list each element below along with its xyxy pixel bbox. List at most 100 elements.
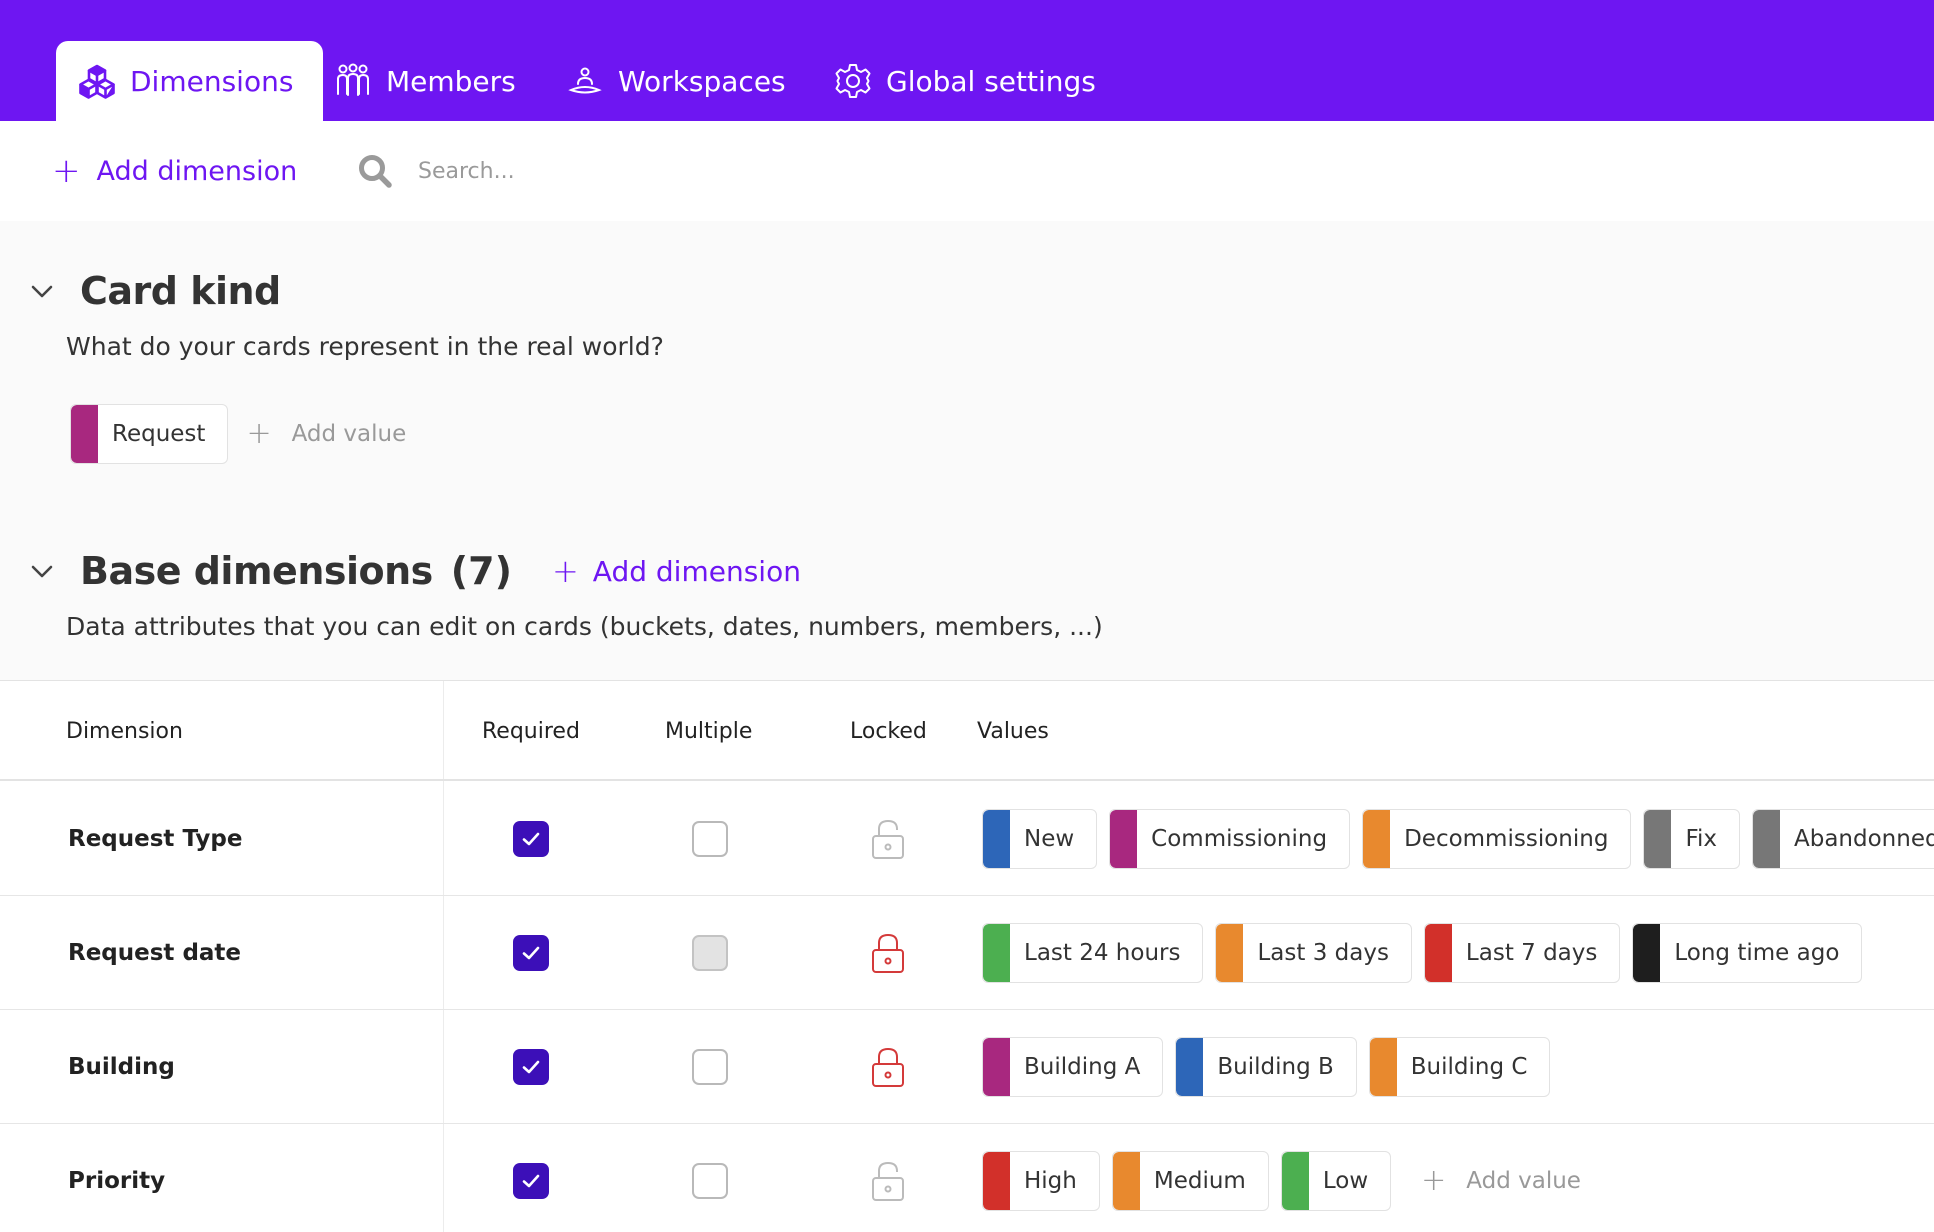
card-kind-values: Request + Add value (70, 404, 406, 464)
value-chip[interactable]: Last 3 days (1215, 922, 1412, 983)
add-dimension-label: Add dimension (592, 554, 801, 588)
add-dimension-button[interactable]: + Add dimension (552, 555, 801, 588)
dimension-name[interactable]: Building (68, 1010, 175, 1123)
tab-members[interactable]: Members (334, 41, 516, 121)
tab-global-settings[interactable]: Global settings (834, 41, 1096, 121)
card-kind-header: Card kind (28, 266, 281, 316)
value-label: High (1024, 1167, 1077, 1194)
tab-label: Global settings (886, 64, 1096, 98)
chevron-down-icon[interactable] (28, 277, 56, 305)
value-label: Request (112, 421, 206, 447)
value-label: Commissioning (1151, 825, 1328, 852)
color-swatch (1216, 923, 1244, 982)
tab-dimensions[interactable]: Dimensions (56, 41, 324, 121)
header-multiple: Multiple (665, 718, 753, 744)
plus-icon: + (52, 151, 81, 191)
toolbar: + Add dimension (0, 121, 1934, 221)
add-dimension-button[interactable]: + Add dimension (52, 121, 297, 221)
value-label: Long time ago (1674, 939, 1840, 966)
dimension-name[interactable]: Request Type (68, 782, 242, 895)
chevron-down-icon[interactable] (28, 557, 56, 585)
add-value-label: Add value (1466, 1167, 1581, 1194)
lock-icon[interactable] (870, 931, 906, 975)
dimensions-table: Dimension Required Multiple Locked Value… (0, 680, 1934, 1232)
tab-label: Workspaces (618, 64, 786, 98)
plus-icon: + (1421, 1162, 1447, 1198)
cubes-icon (78, 62, 116, 100)
required-checkbox[interactable] (513, 820, 549, 857)
color-swatch (1281, 1151, 1309, 1210)
table-header: Dimension Required Multiple Locked Value… (0, 681, 1934, 781)
color-swatch (1112, 1151, 1140, 1210)
value-chip[interactable]: Building A (982, 1036, 1164, 1097)
value-label: Last 3 days (1257, 939, 1389, 966)
top-navigation-bar: Dimensions Members Workspaces Global set… (0, 0, 1934, 121)
color-swatch (1633, 923, 1661, 982)
color-swatch (1644, 809, 1672, 868)
color-swatch (983, 1151, 1010, 1210)
value-label: Fix (1685, 825, 1717, 852)
value-chip[interactable]: Medium (1111, 1150, 1269, 1211)
search-input[interactable] (418, 158, 838, 184)
dimension-name[interactable]: Priority (68, 1124, 165, 1232)
gear-icon (834, 62, 872, 100)
header-locked: Locked (850, 718, 927, 744)
value-label: Decommissioning (1404, 825, 1609, 852)
table-row: Request Type New Commissioning Decommiss… (0, 782, 1934, 896)
add-value-label: Add value (291, 421, 407, 447)
value-chip[interactable]: Last 24 hours (982, 922, 1204, 983)
value-chip[interactable]: Commissioning (1109, 808, 1351, 869)
values-list: Building A Building B Building C (982, 1010, 1562, 1123)
value-chip[interactable]: Decommissioning (1362, 808, 1632, 869)
unlock-icon[interactable] (870, 1159, 906, 1203)
unlock-icon[interactable] (870, 817, 906, 861)
value-label: Last 7 days (1465, 939, 1598, 966)
card-kind-description: What do your cards represent in the real… (66, 332, 664, 361)
add-value-button[interactable]: + Add value (246, 419, 406, 449)
required-checkbox[interactable] (513, 934, 549, 971)
value-chip[interactable]: Abandonned (1752, 808, 1934, 869)
value-chip[interactable]: Fix (1643, 808, 1740, 869)
value-chip[interactable]: New (982, 808, 1098, 869)
tab-label: Dimensions (130, 64, 294, 98)
multiple-checkbox[interactable] (692, 820, 728, 857)
required-checkbox[interactable] (513, 1162, 549, 1199)
header-required: Required (482, 718, 580, 744)
workspace-icon (566, 62, 604, 100)
table-row: Priority High Medium Low + Add value (0, 1124, 1934, 1232)
required-checkbox[interactable] (513, 1048, 549, 1085)
value-chip[interactable]: Request (70, 404, 229, 464)
value-chip[interactable]: Last 7 days (1423, 922, 1621, 983)
value-chip[interactable]: Building C (1368, 1036, 1551, 1097)
value-chip[interactable]: High (982, 1150, 1100, 1211)
color-swatch (983, 923, 1010, 982)
value-label: Building C (1410, 1053, 1528, 1080)
value-chip[interactable]: Low (1280, 1150, 1392, 1211)
multiple-checkbox[interactable] (692, 1048, 728, 1085)
base-dimensions-header: Base dimensions (7) + Add dimension (28, 546, 801, 596)
table-row: Building Building A Building B Building … (0, 1010, 1934, 1124)
multiple-checkbox[interactable] (692, 934, 728, 971)
value-chip[interactable]: Long time ago (1632, 922, 1863, 983)
tab-workspaces[interactable]: Workspaces (566, 41, 786, 121)
card-kind-title: Card kind (80, 269, 281, 313)
search-bar (356, 121, 876, 221)
color-swatch (1110, 809, 1138, 868)
lock-icon[interactable] (870, 1045, 906, 1089)
dimension-name[interactable]: Request date (68, 896, 241, 1009)
value-label: Building A (1024, 1053, 1141, 1080)
value-chip[interactable]: Building B (1175, 1036, 1357, 1097)
color-swatch (1363, 809, 1391, 868)
add-value-button[interactable]: + Add value (1421, 1162, 1581, 1198)
value-label: Building B (1217, 1053, 1334, 1080)
value-label: Low (1322, 1167, 1369, 1194)
multiple-checkbox[interactable] (692, 1162, 728, 1199)
value-label: Medium (1153, 1167, 1246, 1194)
color-swatch (1424, 923, 1452, 982)
base-dimensions-count: (7) (450, 549, 512, 593)
base-dimensions-title: Base dimensions (80, 549, 433, 593)
header-values: Values (977, 718, 1049, 744)
color-swatch (983, 809, 1010, 868)
color-swatch (1753, 809, 1780, 868)
search-icon (359, 155, 392, 188)
